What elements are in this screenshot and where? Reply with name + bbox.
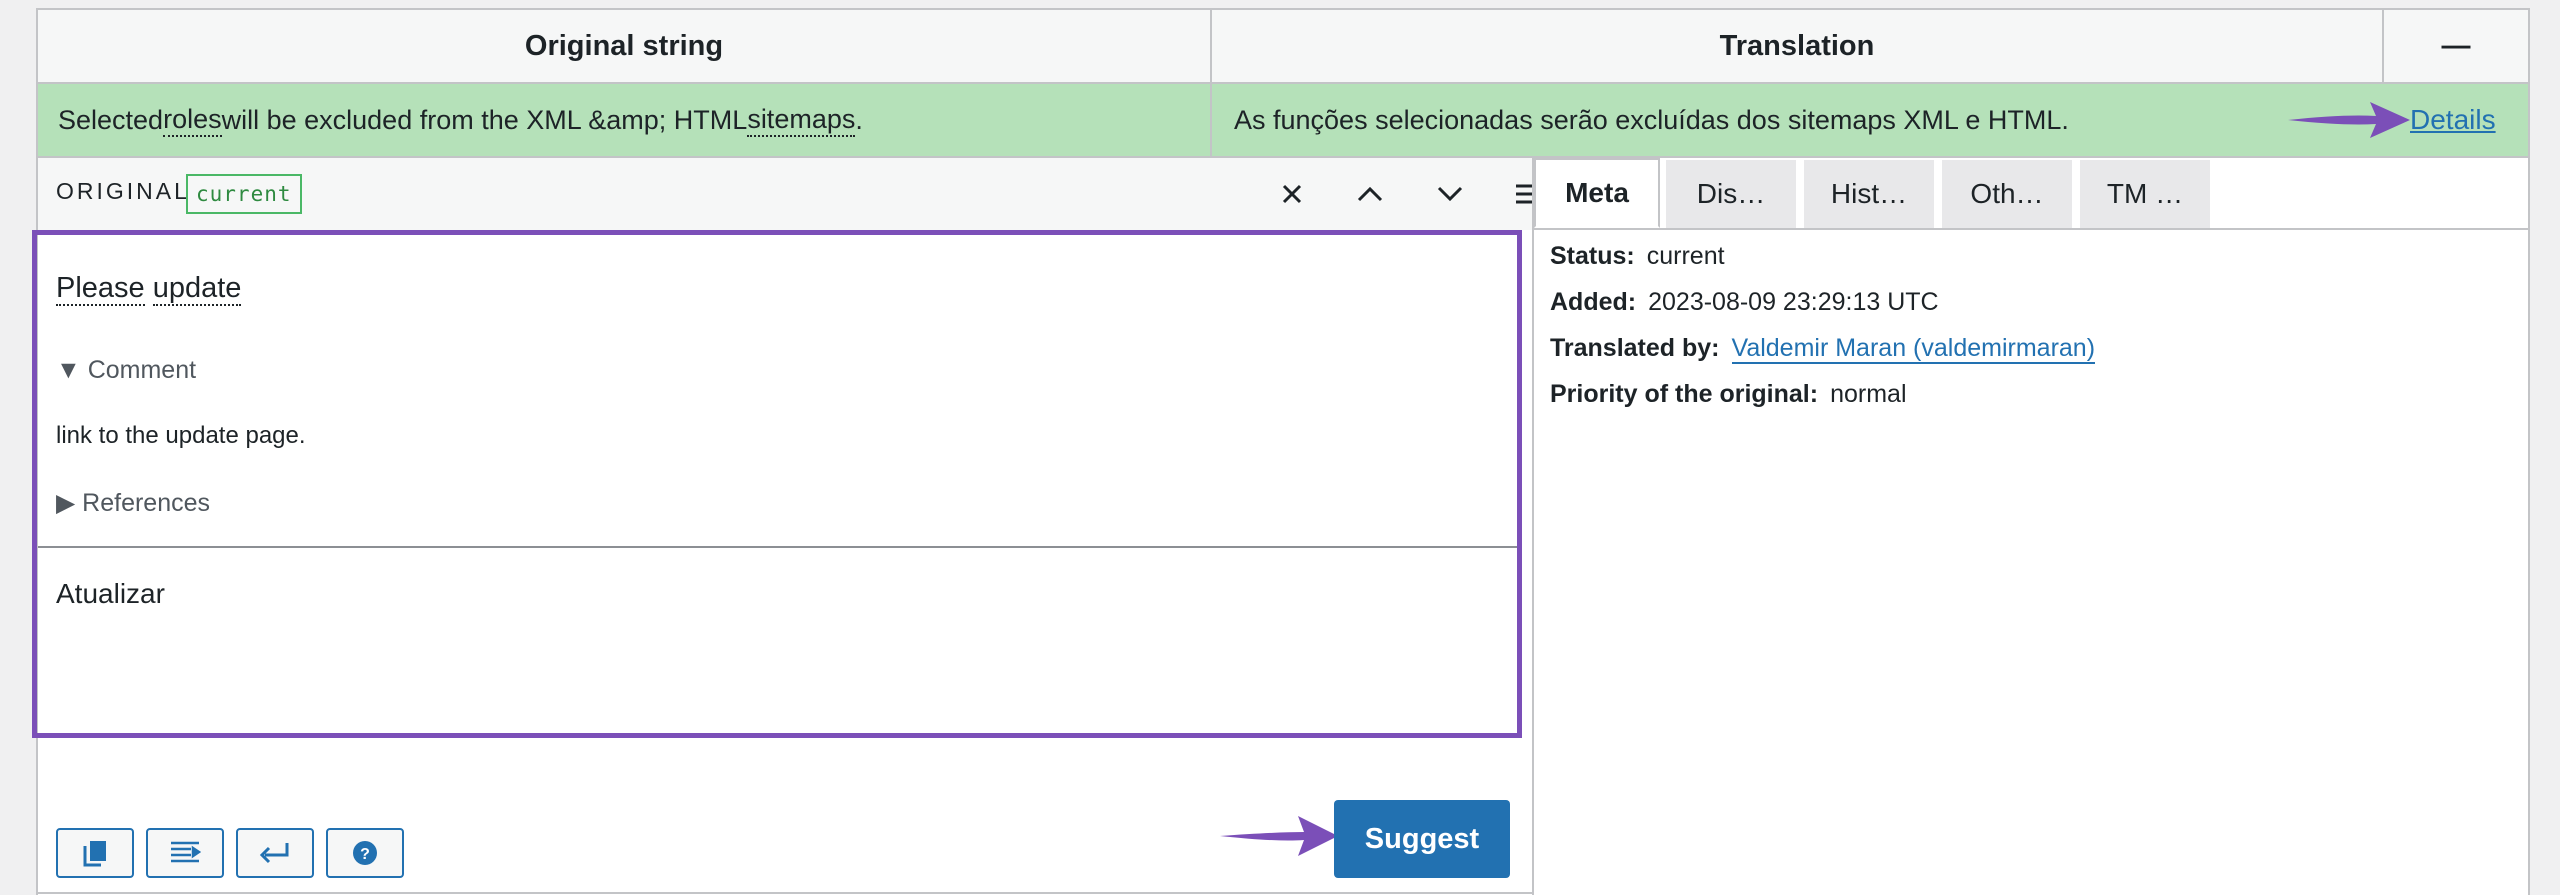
meta-translated-by: Translated by: Valdemir Maran (valdemirma… [1550,334,2096,364]
details-link[interactable]: Details [2410,84,2496,156]
newline-icon [259,843,289,864]
copy-original-button[interactable] [56,828,134,878]
meta-panel: Meta Dis… Hist… Oth… TM … Status: current… [1534,158,2528,895]
divider [38,892,1532,894]
meta-tabs: Meta Dis… Hist… Oth… TM … [1534,158,2528,230]
insert-tab-icon [171,841,201,863]
close-icon[interactable] [1270,172,1314,216]
editor-panel: ORIGINAL current Please update ▼ Comment… [32,158,1540,895]
arrow-annotation-icon [2288,102,2410,138]
status-value: current [1646,242,1725,270]
chevron-down-icon[interactable] [1428,172,1472,216]
original-part: will be excluded from the XML &amp; HTML [221,104,748,135]
insert-tab-button[interactable] [146,828,224,878]
priority-value: normal [1830,380,1907,408]
svg-text:?: ? [360,846,370,863]
meta-added: Added: 2023-08-09 23:29:13 UTC [1550,288,1939,317]
help-button[interactable]: ? [326,828,404,878]
arrow-annotation-icon [1220,816,1338,856]
glossary-term-sitemaps[interactable]: sitemaps [747,104,856,137]
priority-label: Priority of the original: [1550,380,1819,408]
original-part: Selected [58,104,164,135]
row-translation-text: As funções selecionadas serão excluídas … [1234,104,2069,135]
insert-newline-button[interactable] [236,828,314,878]
translator-link[interactable]: Valdemir Maran (valdemirmaran) [1731,334,2096,364]
table-header: Original string Translation — [38,10,2528,84]
original-string-header: Original string [38,10,1212,82]
column-divider [1210,84,1212,156]
added-value: 2023-08-09 23:29:13 UTC [1648,288,1939,316]
original-part: . [855,104,863,135]
added-label: Added: [1550,288,1637,316]
suggest-button[interactable]: Suggest [1334,800,1510,878]
meta-priority: Priority of the original: normal [1550,380,1907,409]
tab-discussion[interactable]: Dis… [1666,160,1796,228]
chevron-up-icon[interactable] [1348,172,1392,216]
tab-history[interactable]: Hist… [1804,160,1934,228]
collapse-header[interactable]: — [2384,10,2528,82]
glossary-term-roles[interactable]: roles [163,104,222,137]
row-original-text: Selected roles will be excluded from the… [58,84,1198,156]
status-badge: current [186,174,302,214]
translated-by-label: Translated by: [1550,334,1720,362]
translation-header: Translation [1212,10,2384,82]
current-string-row[interactable]: Selected roles will be excluded from the… [38,84,2528,158]
highlight-annotation [32,230,1522,738]
original-toolbar: ORIGINAL current [38,158,1540,230]
tab-meta[interactable]: Meta [1534,158,1660,228]
help-icon: ? [353,841,377,865]
status-label: Status: [1550,242,1635,270]
tab-translation-memory[interactable]: TM … [2080,160,2210,228]
tab-other-locales[interactable]: Oth… [1942,160,2072,228]
original-label: ORIGINAL [56,178,190,204]
meta-status: Status: current [1550,242,1725,271]
translation-table: Original string Translation — Selected r… [32,8,2530,895]
copy-icon [83,841,106,867]
